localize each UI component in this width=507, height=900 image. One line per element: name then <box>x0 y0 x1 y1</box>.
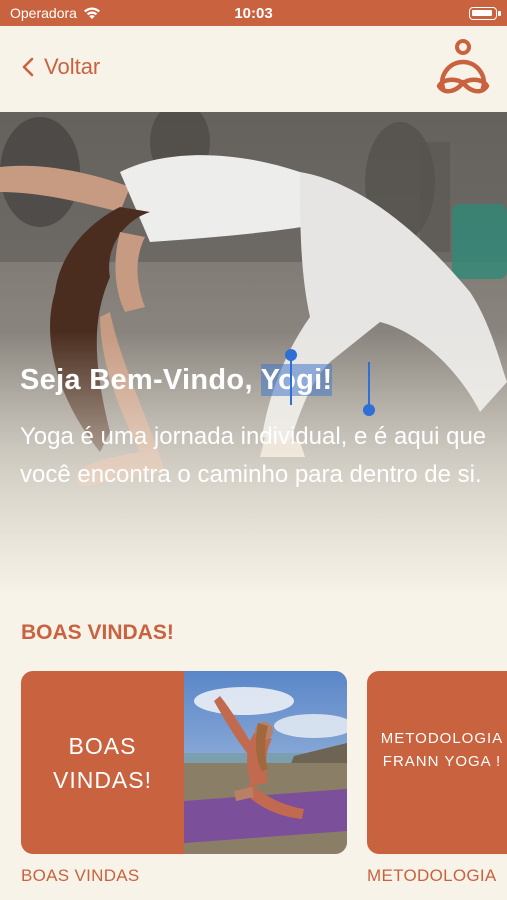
back-label: Voltar <box>44 54 101 79</box>
hero-title: Seja Bem-Vindo, Yogi! <box>20 364 333 397</box>
hero-banner: Seja Bem-Vindo, Yogi! Yoga é uma jornada… <box>0 112 507 600</box>
status-time: 10:03 <box>234 5 273 22</box>
card-metodologia[interactable]: METODOLOGIA FRANN YOGA ! <box>367 671 507 854</box>
card-caption: METODOLOGIA <box>367 866 497 885</box>
hero-title-selected: Yogi! <box>260 364 333 396</box>
hero-subtitle: Yoga é uma jornada individual, e é aqui … <box>20 423 487 488</box>
status-bar: Operadora 10:03 <box>0 0 507 26</box>
selection-end-handle[interactable] <box>363 362 375 416</box>
card-label: METODOLOGIA FRANN YOGA ! <box>380 730 504 770</box>
card-label: BOAS VINDAS! <box>52 733 153 793</box>
hero-fade-overlay <box>0 112 507 600</box>
card-boas-vindas[interactable]: BOAS VINDAS! <box>21 671 347 854</box>
chevron-left-icon <box>22 57 34 77</box>
card-caption: BOAS VINDAS <box>21 866 140 885</box>
hero-title-plain: Seja Bem-Vindo, <box>20 364 261 396</box>
card-yoga-photo <box>184 671 347 854</box>
back-button[interactable]: Voltar <box>22 54 100 80</box>
nav-bar: Voltar <box>0 26 507 112</box>
battery-icon <box>469 7 501 20</box>
selection-start-handle[interactable] <box>285 349 297 405</box>
meditation-logo-icon <box>436 39 490 94</box>
section-title: BOAS VINDAS! <box>21 621 174 644</box>
